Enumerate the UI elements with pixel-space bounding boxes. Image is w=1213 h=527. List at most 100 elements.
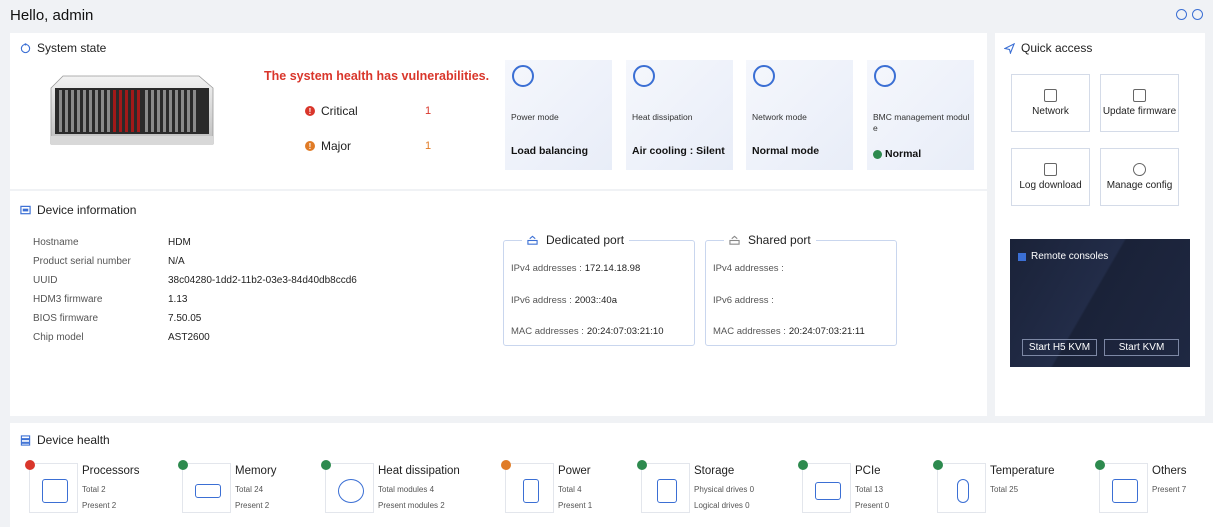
dedicated-mac: MAC addresses :20:24:07:03:21:10	[511, 326, 664, 337]
health-item-name: Processors	[82, 465, 140, 477]
shared-ipv4: IPv4 addresses :	[713, 263, 784, 274]
health-item-name: Heat dissipation	[378, 465, 460, 477]
heat-dissipation-value: Air cooling : Silent	[632, 145, 725, 157]
hostname-value: HDM	[168, 237, 191, 248]
remote-consoles-card: Remote consoles Start H5 KVM Start KVM	[1010, 239, 1190, 367]
update-firmware-button[interactable]: Update firmware	[1100, 74, 1179, 132]
server-image	[50, 75, 214, 145]
health-item-stat: Total 24	[235, 485, 264, 494]
quick-access-title: Quick access	[1021, 41, 1093, 55]
quick-access-header: Quick access	[1004, 41, 1092, 55]
health-item-name: Memory	[235, 465, 277, 477]
health-item-stat: Present 0	[855, 501, 890, 510]
device-info-title: Device information	[37, 203, 137, 217]
shared-port-box: Shared port IPv4 addresses : IPv6 addres…	[705, 233, 897, 346]
update-firmware-label: Update firmware	[1102, 106, 1177, 117]
major-alert-icon: !	[305, 141, 315, 151]
health-icon-box	[937, 463, 986, 513]
network-mode-label: Network mode	[752, 112, 807, 122]
device-health-header: Device health	[20, 433, 110, 447]
fan-icon	[338, 479, 364, 503]
bios-firmware-value: 7.50.05	[168, 313, 202, 324]
major-row: ! Major	[305, 139, 351, 153]
critical-alert-icon: !	[305, 106, 315, 116]
manage-config-button[interactable]: Manage config	[1100, 148, 1179, 206]
remote-consoles-title: Remote consoles	[1031, 251, 1109, 262]
system-state-title: System state	[37, 41, 107, 55]
health-item-name: Temperature	[990, 465, 1055, 477]
hostname-label: Hostname	[33, 237, 79, 248]
memory-icon	[195, 484, 221, 498]
major-label: Major	[321, 139, 352, 153]
health-item-stat: Present 2	[235, 501, 270, 510]
bmc-value: Normal	[885, 148, 922, 160]
page-greeting: Hello, admin	[10, 7, 94, 24]
status-dot	[25, 460, 35, 470]
health-item-stat: Present 2	[82, 501, 117, 510]
power-mode-card: Power mode Load balancing	[505, 60, 612, 170]
export-icon	[1044, 163, 1057, 176]
network-button-label: Network	[1032, 106, 1069, 117]
bmc-icon	[874, 65, 896, 87]
cpu-icon	[42, 479, 68, 503]
network-button[interactable]: Network	[1011, 74, 1090, 132]
shared-port-title: Shared port	[748, 233, 811, 247]
send-icon	[1004, 42, 1015, 54]
device-health-icon	[20, 434, 31, 446]
firmware-icon	[1133, 89, 1146, 102]
device-info-header: Device information	[20, 203, 136, 217]
header-actions	[1176, 9, 1203, 20]
system-state-icon	[20, 42, 31, 53]
port-icon	[729, 235, 740, 245]
plug-icon	[523, 479, 539, 503]
health-icon-box	[182, 463, 231, 513]
health-icon-box	[29, 463, 78, 513]
network-icon	[753, 65, 775, 87]
power-icon	[512, 65, 534, 87]
hdm-firmware-label: HDM3 firmware	[33, 294, 103, 305]
manage-config-label: Manage config	[1106, 180, 1173, 191]
status-dot	[501, 460, 511, 470]
device-info-icon	[20, 205, 31, 214]
start-kvm-button[interactable]: Start KVM	[1104, 339, 1179, 356]
bmc-value-row: Normal	[873, 148, 921, 160]
shared-port-header: Shared port	[724, 233, 816, 247]
power-mode-label: Power mode	[511, 112, 559, 122]
critical-count[interactable]: 1	[425, 105, 431, 117]
network-mode-card: Network mode Normal mode	[746, 60, 853, 170]
status-dot	[1095, 460, 1105, 470]
log-download-button[interactable]: Log download	[1011, 148, 1090, 206]
shared-mac: MAC addresses :20:24:07:03:21:11	[713, 326, 865, 337]
health-item-stat: Logical drives 0	[694, 501, 750, 510]
help-icon[interactable]	[1192, 9, 1203, 20]
start-h5-kvm-button[interactable]: Start H5 KVM	[1022, 339, 1097, 356]
major-count[interactable]: 1	[425, 140, 431, 152]
uuid-label: UUID	[33, 275, 58, 286]
health-item-stat: Present 1	[558, 501, 593, 510]
console-icon	[1018, 252, 1026, 261]
refresh-icon[interactable]	[1176, 9, 1187, 20]
chip-icon	[1112, 479, 1138, 503]
health-item-name: Others	[1152, 465, 1187, 477]
health-icon-box	[641, 463, 690, 513]
status-dot	[798, 460, 808, 470]
log-download-label: Log download	[1019, 180, 1082, 191]
heat-dissipation-label: Heat dissipation	[632, 112, 693, 122]
serial-value: N/A	[168, 256, 185, 267]
health-item-stat: Total 4	[558, 485, 582, 494]
status-dot	[637, 460, 647, 470]
dedicated-ipv4: IPv4 addresses :172.14.18.98	[511, 263, 641, 274]
pcie-card-icon	[815, 482, 841, 500]
health-item-stat: Total modules 4	[378, 485, 435, 494]
status-dot	[178, 460, 188, 470]
bmc-card: BMC management modul e Normal	[867, 60, 974, 170]
health-item-stat: Present 7	[1152, 485, 1187, 494]
bios-firmware-label: BIOS firmware	[33, 313, 99, 324]
system-state-header: System state	[20, 41, 106, 55]
health-item-name: PCIe	[855, 465, 881, 477]
dedicated-port-title: Dedicated port	[546, 233, 625, 247]
health-icon-box	[505, 463, 554, 513]
chip-model-value: AST2600	[168, 332, 210, 343]
health-item-stat: Physical drives 0	[694, 485, 755, 494]
health-item-stat: Present modules 2	[378, 501, 445, 510]
